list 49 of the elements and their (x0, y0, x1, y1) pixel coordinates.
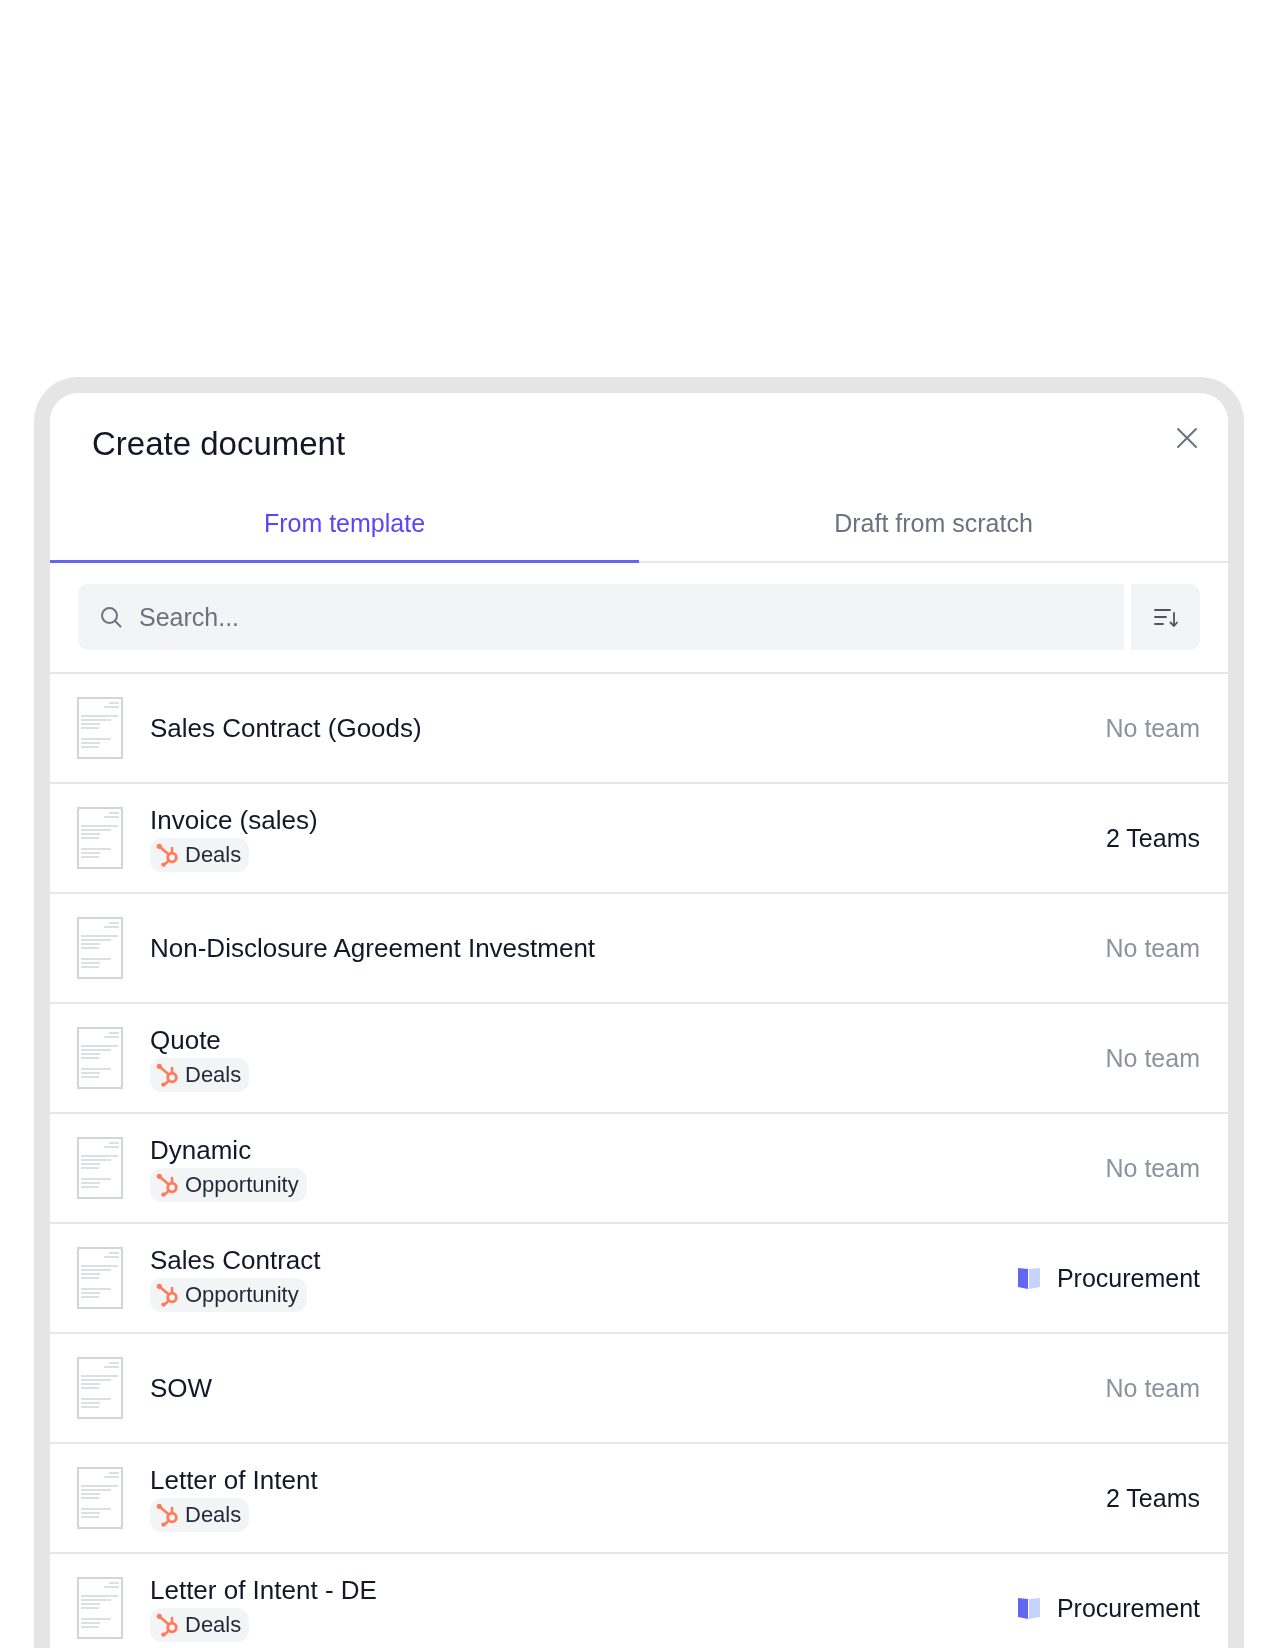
team-label: No team (1105, 1373, 1200, 1403)
sprocket-icon (156, 1282, 180, 1307)
document-icon (77, 917, 123, 979)
close-icon (1176, 427, 1198, 449)
document-icon (77, 1357, 123, 1419)
tab[interactable]: Draft from scratch (639, 482, 1228, 563)
document-icon (77, 807, 123, 869)
team-label: 2 Teams (1105, 823, 1200, 853)
template-name: Non-Disclosure Agreement Investment (150, 933, 596, 963)
tag-label: Opportunity (185, 1171, 299, 1198)
template-name: Sales Contract (Goods) (150, 713, 422, 743)
sort-icon (1153, 606, 1178, 628)
team-label: No team (1105, 1153, 1200, 1183)
book-icon (1017, 1267, 1040, 1289)
sprocket-icon (156, 1612, 180, 1637)
document-icon (77, 1137, 123, 1199)
template-name: Invoice (sales) (150, 804, 318, 835)
search-icon (100, 606, 122, 628)
tag-label: Deals (185, 1061, 242, 1088)
tag-label: Deals (185, 1611, 242, 1638)
team-label: 2 Teams (1105, 1483, 1200, 1513)
tag-label: Opportunity (185, 1281, 299, 1308)
template-name: Letter of Intent (150, 1464, 318, 1495)
template-name: Quote (150, 1024, 221, 1055)
template-name: Letter of Intent - DE (150, 1574, 377, 1605)
team-label: No team (1105, 1043, 1200, 1073)
sprocket-icon (156, 1062, 180, 1087)
sprocket-icon (156, 1502, 180, 1527)
search-field[interactable]: Search... (78, 584, 1124, 650)
team-label: Procurement (1056, 1593, 1200, 1623)
tab[interactable]: From template (50, 482, 639, 563)
template-name: Sales Contract (150, 1244, 321, 1275)
book-icon (1017, 1597, 1040, 1619)
tag-label: Deals (185, 1501, 242, 1528)
team-label: No team (1105, 933, 1200, 963)
template-name: Dynamic (150, 1134, 252, 1165)
team-label: Procurement (1056, 1263, 1200, 1293)
sprocket-icon (156, 1172, 180, 1197)
dialog-title: Create document (92, 426, 346, 462)
sort-button[interactable] (1131, 584, 1200, 650)
document-icon (77, 1467, 123, 1529)
document-icon (77, 1577, 123, 1639)
document-icon (77, 697, 123, 759)
document-icon (77, 1247, 123, 1309)
sprocket-icon (156, 842, 180, 867)
document-icon (77, 1027, 123, 1089)
team-label: No team (1105, 713, 1200, 743)
template-name: SOW (150, 1373, 213, 1403)
tag-label: Deals (185, 841, 242, 868)
